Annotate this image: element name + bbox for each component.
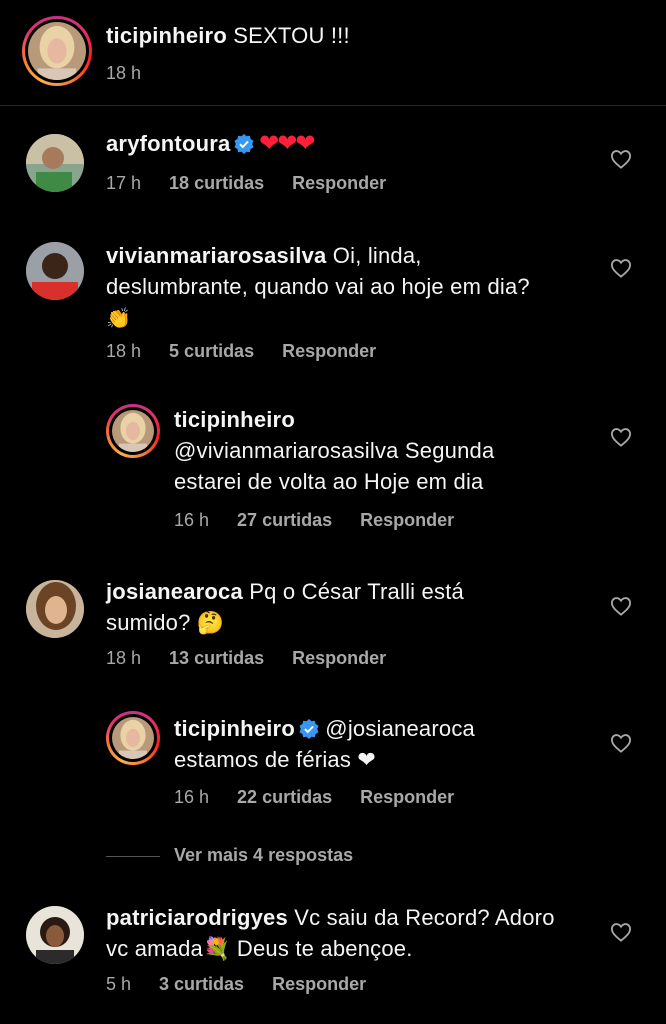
reply-button[interactable]: Responder [282, 341, 376, 361]
like-heart-icon[interactable] [610, 922, 632, 942]
comment-body-line2: vc amada💐 Deus te abençoe. [106, 936, 413, 961]
comment-text: josianearoca Pq o César Tralli está sumi… [106, 576, 586, 638]
comment-text: vivianmariarosasilva Oi, linda, deslumbr… [106, 240, 606, 335]
verified-badge-icon [234, 134, 254, 154]
comment-username[interactable]: josianearoca [106, 579, 243, 604]
comment-avatar[interactable] [26, 242, 84, 300]
caption-body: SEXTOU !!! [226, 23, 350, 48]
comment-avatar[interactable] [26, 906, 84, 964]
comment-text: ticipinheiro @vivianmariarosasilva Segun… [174, 404, 594, 497]
like-heart-icon[interactable] [610, 258, 632, 278]
comment-body-line2: sumido? 🤔 [106, 610, 225, 635]
comment-time: 16 h [174, 510, 210, 530]
comment-meta: 18 h 5 curtidas Responder [106, 341, 404, 362]
comment-username[interactable]: aryfontoura [106, 131, 230, 156]
comment-body-line1: Vc saiu da Record? Adoro [287, 905, 555, 930]
comment-text: aryfontoura ❤❤❤ [106, 128, 315, 159]
likes-count[interactable]: 27 curtidas [237, 510, 332, 530]
comment-body-line2: deslumbrante, quando vai ao hoje em dia? [106, 274, 530, 299]
comment-username[interactable]: patriciarodrigyes [106, 905, 288, 930]
comment-username[interactable]: ticipinheiro [174, 716, 295, 741]
comment-meta: 16 h 22 curtidas Responder [174, 787, 482, 808]
comment-body-line1: @vivianmariarosasilva Segunda [174, 438, 495, 463]
caption-avatar[interactable] [22, 16, 92, 86]
like-heart-icon[interactable] [610, 596, 632, 616]
comment-meta: 18 h 13 curtidas Responder [106, 648, 414, 669]
caption-text: ticipinheiro SEXTOU !!! [106, 20, 350, 51]
like-heart-icon[interactable] [610, 427, 632, 447]
comment-text: ticipinheiro @josianearoca estamos de fé… [174, 713, 594, 775]
caption-username[interactable]: ticipinheiro [106, 23, 227, 48]
comment-body-line1: Oi, linda, [326, 243, 422, 268]
reply-avatar[interactable] [106, 404, 160, 458]
comment-meta: 16 h 27 curtidas Responder [174, 510, 482, 531]
reply-button[interactable]: Responder [292, 173, 386, 193]
avatar-photo [112, 717, 154, 759]
post-caption: ticipinheiro SEXTOU !!! 18 h [0, 0, 666, 106]
comment-avatar[interactable] [26, 134, 84, 192]
avatar-photo [28, 22, 86, 80]
comment-body-line2: estarei de volta ao Hoje em dia [174, 469, 484, 494]
avatar-photo [26, 580, 84, 638]
comment-body-line1: Pq o César Tralli está [242, 579, 464, 604]
comment-mention[interactable]: @josianearoca [319, 716, 475, 741]
comment-time: 16 h [174, 787, 210, 807]
comment-time: 18 h [106, 341, 142, 361]
avatar-photo [112, 410, 154, 452]
comment-meta: 5 h 3 curtidas Responder [106, 974, 394, 995]
reply-button[interactable]: Responder [292, 648, 386, 668]
comment-time: 5 h [106, 974, 132, 994]
like-heart-icon[interactable] [610, 733, 632, 753]
reply-button[interactable]: Responder [272, 974, 366, 994]
caption-meta: 18 h [106, 63, 169, 84]
caption-time: 18 h [106, 63, 142, 83]
comment-body-line2: estamos de férias ❤ [174, 747, 376, 772]
reply-avatar[interactable] [106, 711, 160, 765]
reply-button[interactable]: Responder [360, 787, 454, 807]
avatar-photo [26, 906, 84, 964]
likes-count[interactable]: 13 curtidas [169, 648, 264, 668]
caption-divider [0, 105, 666, 106]
avatar-photo [26, 134, 84, 192]
view-more-line [106, 856, 160, 857]
likes-count[interactable]: 18 curtidas [169, 173, 264, 193]
comment-time: 18 h [106, 648, 142, 668]
comment-text: patriciarodrigyes Vc saiu da Record? Ado… [106, 902, 596, 964]
comment-username[interactable]: ticipinheiro [174, 407, 295, 432]
likes-count[interactable]: 5 curtidas [169, 341, 254, 361]
like-heart-icon[interactable] [610, 149, 632, 169]
likes-count[interactable]: 22 curtidas [237, 787, 332, 807]
comment-username[interactable]: vivianmariarosasilva [106, 243, 326, 268]
comment-time: 17 h [106, 173, 142, 193]
likes-count[interactable]: 3 curtidas [159, 974, 244, 994]
avatar-photo [26, 242, 84, 300]
verified-badge-icon [299, 719, 319, 739]
comment-avatar[interactable] [26, 580, 84, 638]
comment-body: ❤❤❤ [254, 130, 315, 157]
comment-meta: 17 h 18 curtidas Responder [106, 173, 414, 194]
view-more-replies-button[interactable]: Ver mais 4 respostas [174, 845, 353, 866]
reply-button[interactable]: Responder [360, 510, 454, 530]
clapping-hands-emoji: 👏 [106, 308, 132, 330]
